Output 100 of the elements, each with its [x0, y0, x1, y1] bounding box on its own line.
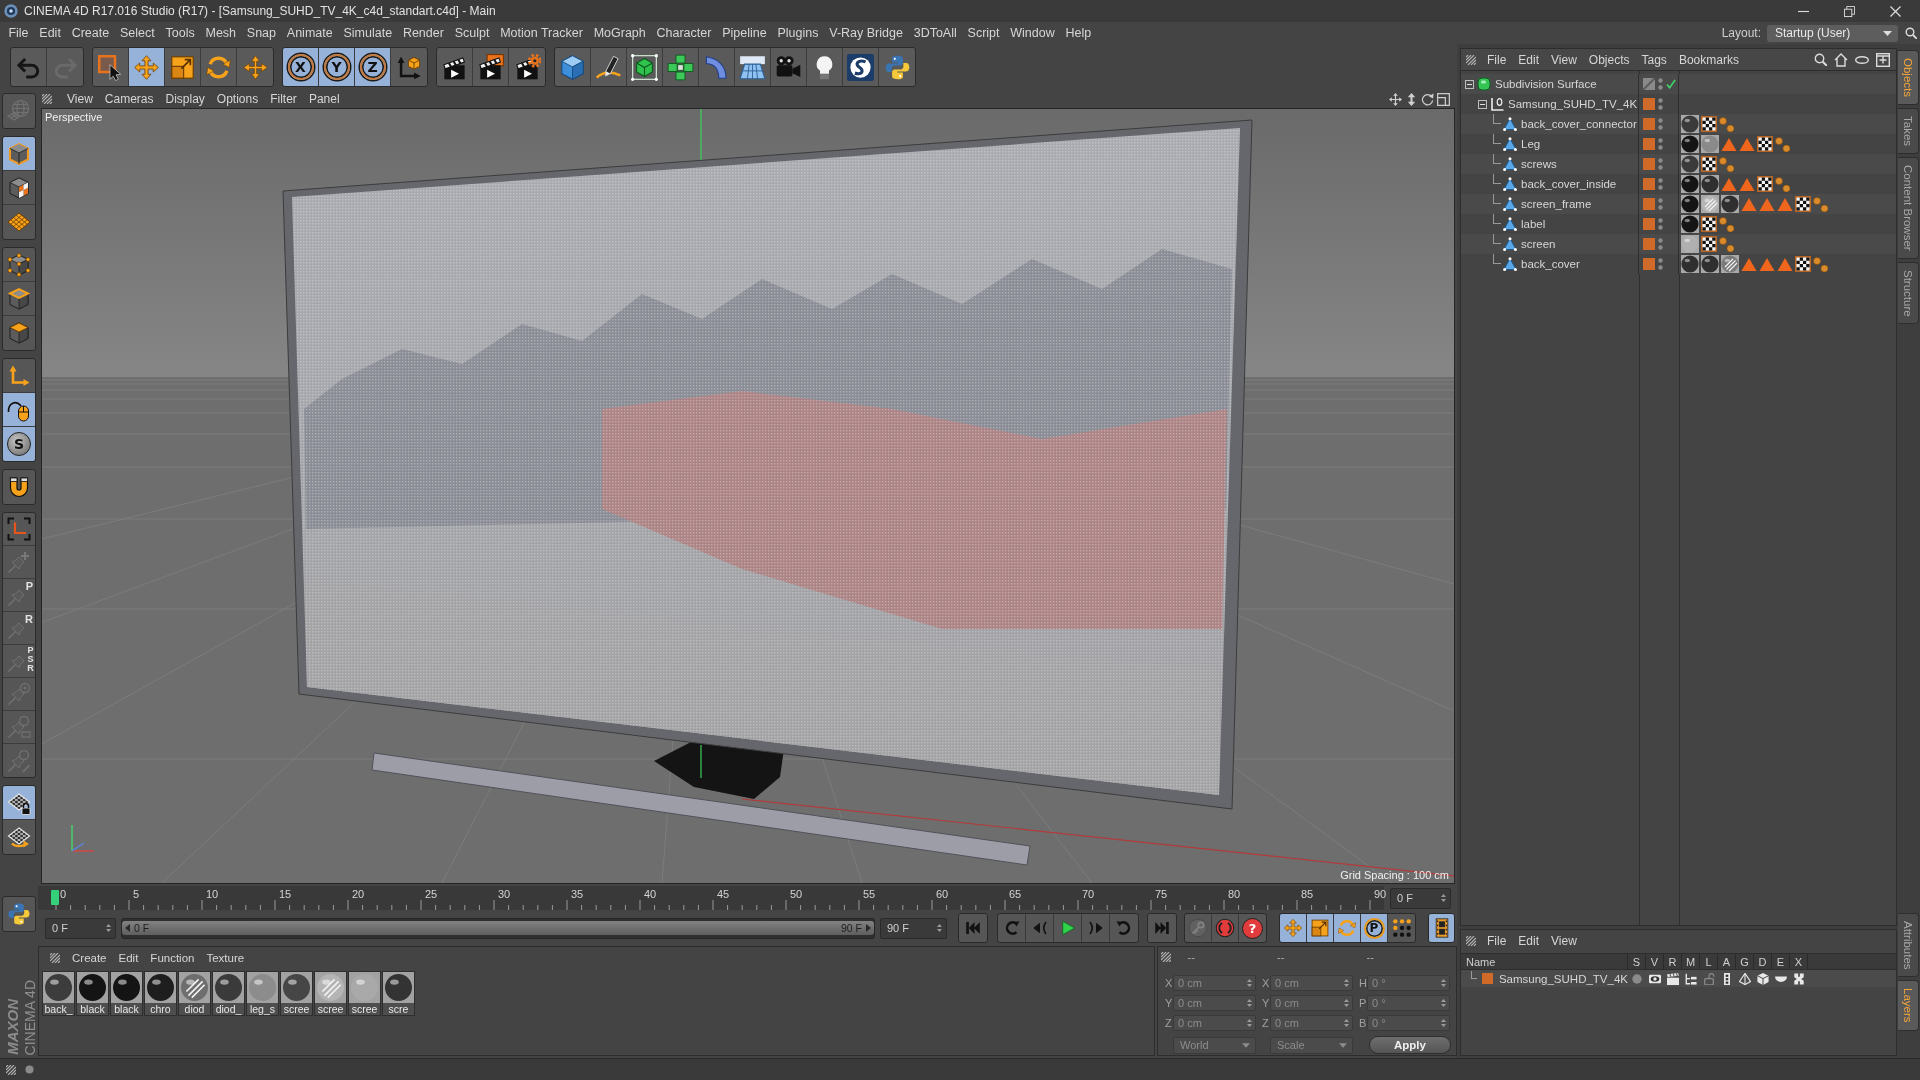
spinner-icon[interactable]	[1343, 1018, 1350, 1028]
two-dots-icon[interactable]	[1658, 178, 1663, 190]
panel-tab[interactable]: Structure	[1898, 261, 1919, 325]
menu-item[interactable]: View	[61, 92, 99, 106]
apply-button[interactable]: Apply	[1369, 1036, 1451, 1054]
menu-item[interactable]: Edit	[112, 951, 145, 964]
material-tag-icon[interactable]	[1721, 255, 1739, 273]
padlock-icon[interactable]	[1703, 972, 1715, 985]
maximize-icon[interactable]	[1437, 92, 1450, 106]
spinner-icon[interactable]	[1440, 978, 1447, 988]
panel-tab[interactable]: Content Browser	[1898, 157, 1919, 259]
grip-icon[interactable]	[1466, 936, 1476, 946]
menu-item[interactable]: Edit	[1512, 52, 1546, 67]
play-button[interactable]	[1054, 914, 1082, 942]
menu-item[interactable]: Objects	[1582, 52, 1636, 67]
dots-tag-icon[interactable]	[1775, 176, 1790, 192]
checkmark-icon[interactable]	[1666, 79, 1676, 89]
dots-tag-icon[interactable]	[1775, 136, 1790, 152]
material-sphere-icon[interactable]	[385, 974, 412, 1001]
material-tag-icon[interactable]	[1681, 135, 1699, 153]
step-forward-icon[interactable]	[1086, 919, 1105, 937]
material-tag-icon[interactable]	[1681, 195, 1699, 213]
skip-to-start-icon[interactable]	[964, 919, 982, 937]
dots-tag-icon[interactable]	[1719, 236, 1734, 252]
layer-color-icon[interactable]	[1643, 198, 1655, 210]
layer-color-icon[interactable]	[1643, 98, 1655, 110]
start-frame-field[interactable]: 0 F	[45, 917, 116, 939]
menu-item[interactable]: File	[3, 22, 34, 44]
timeline-ruler[interactable]: 0 5 10 15 20 25 30 35 40 45 50 55 60 65 70 75 80 85 90	[38, 886, 1384, 910]
rotate-icon[interactable]	[1421, 92, 1434, 106]
close-icon[interactable]	[1889, 5, 1901, 17]
layer-color-icon[interactable]	[1643, 178, 1655, 190]
menu-item[interactable]: Options	[210, 92, 265, 106]
column-header[interactable]: G	[1736, 954, 1754, 969]
material-sphere-icon[interactable]	[113, 974, 140, 1001]
material-swatch[interactable]: black	[110, 971, 143, 1016]
axis-lock-button[interactable]: Y	[319, 48, 355, 86]
two-dots-icon[interactable]	[1658, 138, 1663, 150]
pyramid-icon[interactable]	[1739, 972, 1751, 985]
menu-item[interactable]: Tools	[160, 22, 201, 44]
caret-down-icon[interactable]	[1883, 30, 1892, 36]
menu-item[interactable]: Script	[962, 22, 1005, 44]
timeline-button[interactable]	[1428, 913, 1455, 943]
menu-item[interactable]: Window	[1004, 22, 1061, 44]
dots-tag-icon[interactable]	[1813, 256, 1828, 272]
current-frame-field[interactable]: 0 F	[1390, 887, 1451, 909]
bold-x-icon[interactable]	[1793, 972, 1805, 985]
four-arrows-icon[interactable]	[1389, 92, 1402, 106]
column-header[interactable]: V	[1646, 954, 1664, 969]
two-dots-icon[interactable]	[1658, 78, 1663, 90]
menu-item[interactable]: Sculpt	[449, 22, 495, 44]
material-swatch[interactable]: back_	[42, 971, 75, 1016]
two-dots-icon[interactable]	[1658, 258, 1663, 270]
previous-frame-button[interactable]	[1026, 914, 1054, 942]
menu-item[interactable]: Animate	[281, 22, 339, 44]
grip-icon[interactable]	[1466, 54, 1476, 65]
menu-item[interactable]: V-Ray Bridge	[823, 22, 909, 44]
checker-tag-icon[interactable]	[1701, 116, 1717, 132]
end-frame-field[interactable]: 90 F	[880, 917, 947, 939]
spinner-icon[interactable]	[1246, 1018, 1253, 1028]
two-dots-icon[interactable]	[1658, 198, 1663, 210]
checker-tag-icon[interactable]	[1757, 136, 1773, 152]
collapse-icon[interactable]	[1477, 99, 1487, 109]
clapper-icon[interactable]	[1667, 972, 1679, 985]
next-key-button[interactable]	[1110, 914, 1138, 942]
column-header[interactable]: L	[1700, 954, 1718, 969]
restore-icon[interactable]	[1843, 5, 1855, 17]
two-dots-icon[interactable]	[1658, 238, 1663, 250]
panel-tab[interactable]: Attributes	[1898, 912, 1919, 978]
menu-item[interactable]: Function	[144, 951, 201, 964]
caret-left-icon[interactable]	[125, 924, 130, 932]
checker-tag-icon[interactable]	[1795, 196, 1811, 212]
material-swatch[interactable]: scree	[280, 971, 313, 1016]
menu-item[interactable]: File	[1481, 52, 1513, 67]
menu-item[interactable]: Plugins	[772, 22, 824, 44]
grip-icon[interactable]	[42, 94, 52, 104]
menu-item[interactable]: Render	[397, 22, 450, 44]
skip-to-end-icon[interactable]	[1153, 919, 1171, 937]
caret-down-icon[interactable]	[1242, 1042, 1250, 1048]
plus-box-icon[interactable]	[1876, 52, 1890, 67]
dots-tag-icon[interactable]	[1719, 156, 1734, 172]
object-row[interactable]: back_cover_connector	[1461, 114, 1896, 134]
triangle-tag-icon[interactable]	[1741, 256, 1757, 272]
grip-icon[interactable]	[6, 1064, 16, 1075]
column-header[interactable]: Name	[1461, 954, 1628, 969]
menu-item[interactable]: Filter	[264, 92, 303, 106]
layer-color-icon[interactable]	[1643, 158, 1655, 170]
next-frame-button[interactable]	[1082, 914, 1110, 942]
menu-item[interactable]: 3DToAll	[908, 22, 963, 44]
soft-selection-button[interactable]: S	[3, 427, 35, 461]
cube-icon[interactable]	[1757, 972, 1769, 985]
checker-tag-icon[interactable]	[1701, 236, 1717, 252]
checker-tag-icon[interactable]	[1701, 156, 1717, 172]
dots-tag-icon[interactable]	[1719, 216, 1734, 232]
column-header[interactable]: E	[1772, 954, 1790, 969]
menu-item[interactable]: File	[1481, 934, 1513, 948]
material-swatch[interactable]: leg_s	[246, 971, 279, 1016]
material-tag-icon[interactable]	[1681, 255, 1699, 273]
column-header[interactable]: X	[1790, 954, 1808, 969]
menu-item[interactable]: Simulate	[338, 22, 398, 44]
